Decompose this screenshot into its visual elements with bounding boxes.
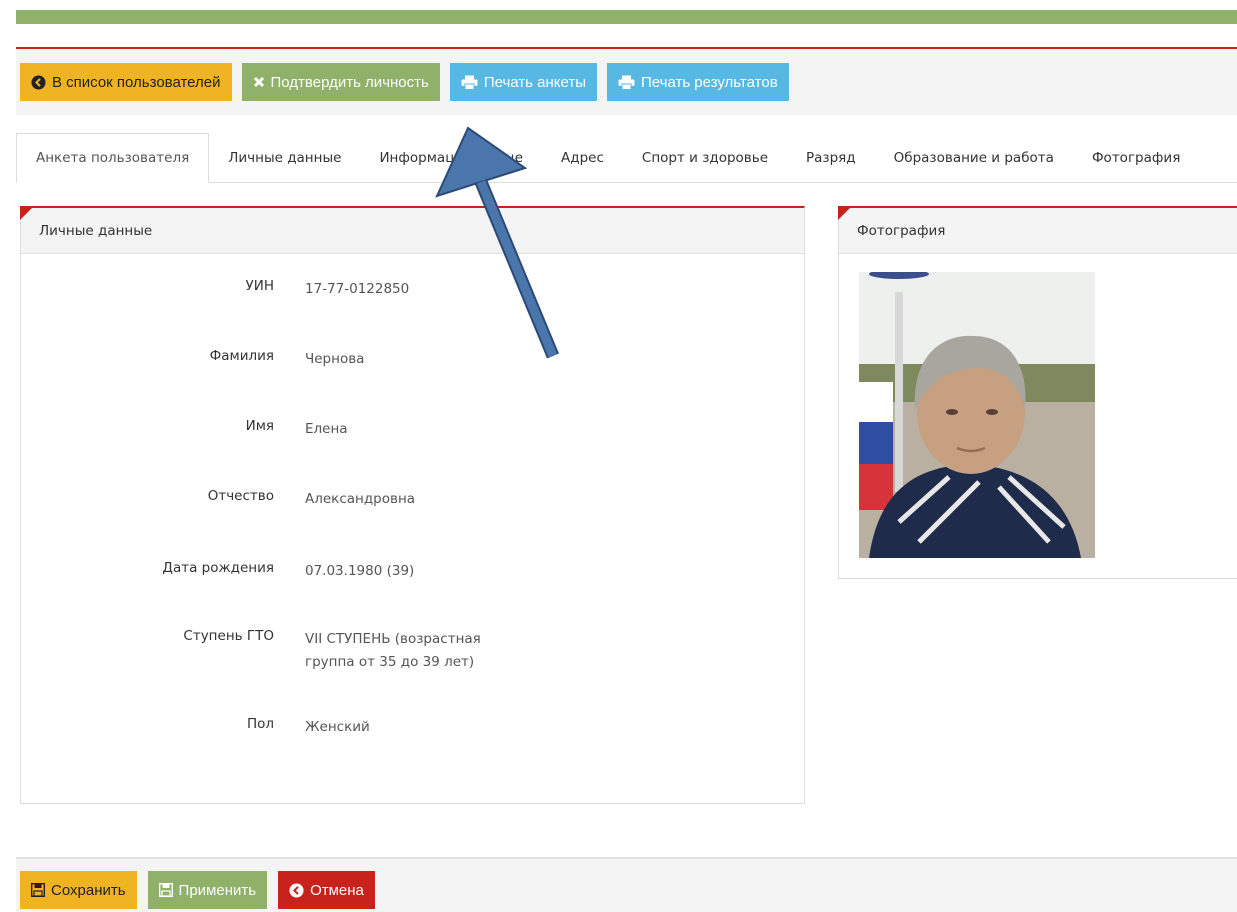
- user-photo: [859, 272, 1095, 558]
- tab-address[interactable]: Адрес: [542, 133, 623, 182]
- print-icon: [461, 75, 478, 90]
- print-form-label: Печать анкеты: [483, 73, 586, 91]
- field-label: Дата рождения: [162, 560, 274, 576]
- field-label: Ступень ГТО: [183, 628, 274, 644]
- apply-button[interactable]: Применить: [147, 871, 268, 909]
- chevron-circle-left-icon: [31, 74, 46, 90]
- times-icon: [253, 76, 265, 88]
- bottom-action-bar: Сохранить Применить Отмена: [16, 857, 1237, 912]
- field-label: Отчество: [207, 488, 274, 504]
- print-form-button[interactable]: Печать анкеты: [449, 63, 597, 101]
- photo-panel-title: Фотография: [839, 208, 1237, 254]
- field-value: Елена: [305, 421, 348, 437]
- back-to-users-label: В список пользователей: [52, 73, 221, 91]
- tab-user-profile[interactable]: Анкета пользователя: [16, 133, 210, 183]
- field-value: Женский: [305, 719, 370, 735]
- top-accent-bar: [16, 10, 1237, 24]
- tab-education-work[interactable]: Образование и работа: [875, 133, 1073, 182]
- field-label: УИН: [245, 278, 274, 294]
- field-label: Пол: [246, 716, 274, 732]
- tab-bar: Анкета пользователя Личные данные Информ…: [16, 133, 1237, 183]
- field-label: Фамилия: [209, 348, 274, 364]
- confirm-identity-button[interactable]: Подтвердить личность: [241, 63, 440, 101]
- tab-personal-data[interactable]: Личные данные: [209, 133, 360, 182]
- cancel-label: Отмена: [310, 881, 364, 899]
- personal-data-panel: Личные данные УИН 17-77-0122850 Фамилия …: [20, 206, 805, 804]
- field-value: Чернова: [305, 351, 365, 367]
- back-to-users-button[interactable]: В список пользователей: [20, 63, 232, 101]
- tab-rank[interactable]: Разряд: [787, 133, 875, 182]
- tab-sport-health[interactable]: Спорт и здоровье: [623, 133, 787, 182]
- chevron-circle-left-icon: [289, 882, 304, 898]
- floppy-icon: [158, 883, 173, 897]
- print-results-label: Печать результатов: [641, 73, 778, 91]
- photo-panel: Фотография: [838, 206, 1237, 579]
- field-value: VII СТУПЕНЬ (возрастная группа от 35 до …: [305, 631, 481, 670]
- panel-corner-marker: [20, 206, 34, 220]
- apply-label: Применить: [178, 881, 257, 899]
- cancel-button[interactable]: Отмена: [278, 871, 375, 909]
- print-results-button[interactable]: Печать результатов: [607, 63, 789, 101]
- field-value: Александровна: [305, 491, 416, 507]
- print-icon: [618, 75, 635, 90]
- floppy-icon: [31, 883, 45, 897]
- confirm-identity-label: Подтвердить личность: [270, 73, 429, 91]
- save-label: Сохранить: [51, 881, 126, 899]
- action-toolbar: В список пользователей Подтвердить лично…: [16, 47, 1237, 115]
- save-button[interactable]: Сохранить: [20, 871, 137, 909]
- tab-person-info[interactable]: Информация о лице: [360, 133, 542, 182]
- panel-corner-marker: [838, 206, 852, 220]
- field-value: 17-77-0122850: [305, 281, 410, 297]
- field-label: Имя: [245, 418, 274, 434]
- field-value: 07.03.1980 (39): [305, 563, 415, 579]
- personal-data-panel-title: Личные данные: [21, 208, 804, 254]
- tab-photo[interactable]: Фотография: [1073, 133, 1199, 182]
